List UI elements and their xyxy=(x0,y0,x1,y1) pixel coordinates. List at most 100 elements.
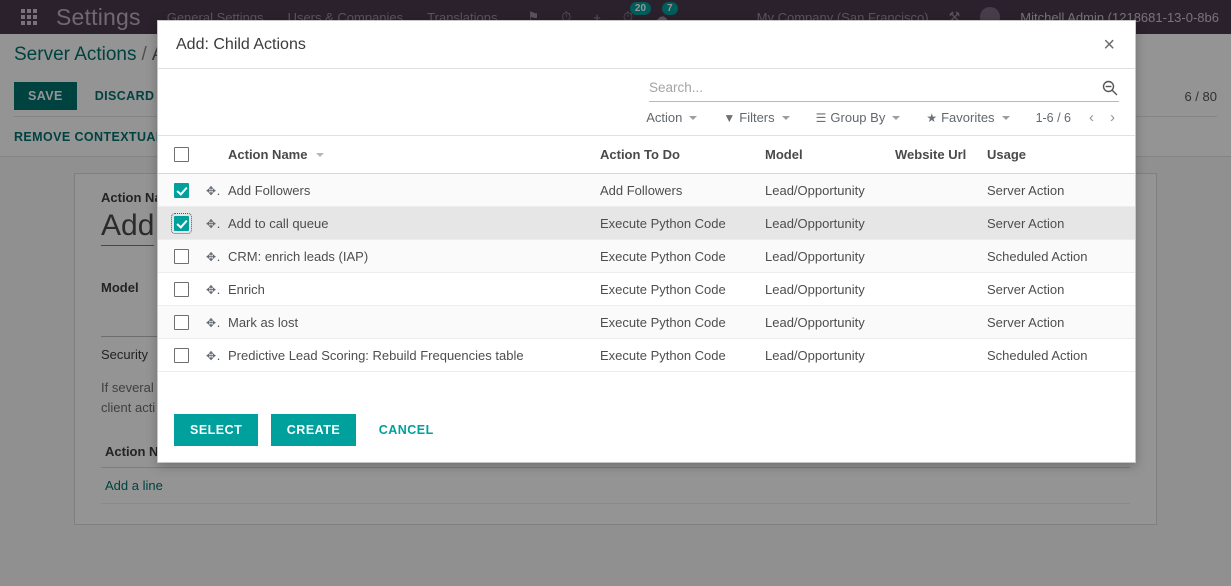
row-action-name: CRM: enrich leads (IAP) xyxy=(222,239,594,274)
row-handle-cell[interactable]: ✥ xyxy=(200,173,222,208)
close-icon[interactable]: × xyxy=(1101,35,1117,55)
row-action-to-do: Execute Python Code xyxy=(594,305,759,340)
hamburger-lines-icon: ☰ xyxy=(815,110,827,125)
row-handle-cell[interactable]: ✥ xyxy=(200,272,222,307)
row-website-url xyxy=(889,173,981,208)
drag-handle-icon[interactable]: ✥ xyxy=(206,183,222,198)
row-usage: Scheduled Action xyxy=(981,239,1135,274)
favorites-dropdown-label: Favorites xyxy=(941,110,995,125)
row-model: Lead/Opportunity xyxy=(759,338,889,373)
select-button[interactable]: SELECT xyxy=(174,414,259,446)
row-checkbox[interactable] xyxy=(174,348,189,364)
table-row[interactable]: ✥ Add Followers Add Followers Lead/Opportun… xyxy=(158,173,1135,208)
row-handle-cell[interactable]: ✥ xyxy=(200,239,222,274)
dialog-footer: SELECT CREATE CANCEL xyxy=(158,401,1135,462)
row-select-cell[interactable] xyxy=(158,173,200,208)
row-action-name: Add to call queue xyxy=(222,206,594,241)
row-select-cell[interactable] xyxy=(158,338,200,373)
dialog-title: Add: Child Actions xyxy=(176,35,306,53)
favorites-dropdown[interactable]: ★ Favorites xyxy=(926,110,1010,125)
row-handle-cell[interactable]: ✥ xyxy=(200,305,222,340)
drag-handle-icon[interactable]: ✥ xyxy=(206,348,222,363)
header-usage[interactable]: Usage xyxy=(981,136,1135,175)
action-dropdown[interactable]: Action xyxy=(646,110,698,125)
sort-desc-icon xyxy=(316,153,325,158)
row-checkbox[interactable] xyxy=(174,315,189,331)
row-action-name: Enrich xyxy=(222,272,594,307)
table-row[interactable]: ✥ CRM: enrich leads (IAP) Execute Python C… xyxy=(158,239,1135,274)
cancel-button[interactable]: CANCEL xyxy=(369,414,450,446)
table-row[interactable]: ✥ Add to call queue Execute Python Code Lea… xyxy=(158,206,1135,241)
row-select-cell[interactable] xyxy=(158,206,200,241)
row-action-name: Predictive Lead Scoring: Rebuild Frequen… xyxy=(222,338,594,373)
star-icon: ★ xyxy=(926,110,938,125)
row-action-name: Add Followers xyxy=(222,173,594,208)
records-table-head: Action Name Action To Do Model Website U… xyxy=(158,136,1135,175)
records-header-row: Action Name Action To Do Model Website U… xyxy=(158,136,1135,175)
row-website-url xyxy=(889,206,981,241)
header-action-name-label: Action Name xyxy=(228,146,308,162)
row-checkbox[interactable] xyxy=(174,282,189,298)
chevron-down-icon xyxy=(892,115,901,120)
row-model: Lead/Opportunity xyxy=(759,173,889,208)
row-checkbox[interactable] xyxy=(171,213,192,235)
add-child-actions-dialog: Add: Child Actions × Action xyxy=(157,20,1136,463)
header-action-to-do[interactable]: Action To Do xyxy=(594,136,759,175)
row-select-cell[interactable] xyxy=(158,239,200,274)
search-toolbar: Action ▼ Filters ☰ Group By ★ Favorites … xyxy=(158,102,1135,136)
row-action-to-do: Execute Python Code xyxy=(594,206,759,241)
row-model: Lead/Opportunity xyxy=(759,239,889,274)
filters-dropdown[interactable]: ▼ Filters xyxy=(723,110,790,125)
records-table-body: ✥ Add Followers Add Followers Lead/Opportun… xyxy=(158,173,1135,373)
search-box[interactable] xyxy=(649,77,1119,102)
row-usage: Server Action xyxy=(981,173,1135,208)
header-action-name[interactable]: Action Name xyxy=(222,136,594,175)
drag-handle-icon[interactable]: ✥ xyxy=(206,216,222,231)
row-select-cell[interactable] xyxy=(158,272,200,307)
handle-header xyxy=(200,136,222,175)
row-handle-cell[interactable]: ✥ xyxy=(200,338,222,373)
create-button[interactable]: CREATE xyxy=(270,414,357,446)
action-dropdown-label: Action xyxy=(646,110,683,125)
row-website-url xyxy=(889,272,981,307)
row-usage: Server Action xyxy=(981,272,1135,307)
row-website-url xyxy=(889,239,981,274)
row-usage: Server Action xyxy=(981,206,1135,241)
records-table: Action Name Action To Do Model Website U… xyxy=(158,136,1135,373)
header-website-url[interactable]: Website Url xyxy=(889,136,981,175)
chevron-left-icon[interactable]: ‹ xyxy=(1083,110,1100,125)
row-checkbox[interactable] xyxy=(174,249,189,265)
drag-handle-icon[interactable]: ✥ xyxy=(206,249,222,264)
row-action-to-do: Execute Python Code xyxy=(594,272,759,307)
row-model: Lead/Opportunity xyxy=(759,305,889,340)
row-model: Lead/Opportunity xyxy=(759,272,889,307)
row-select-cell[interactable] xyxy=(158,305,200,340)
select-all-header xyxy=(158,136,200,175)
header-model[interactable]: Model xyxy=(759,136,889,175)
dialog-body: Action ▼ Filters ☰ Group By ★ Favorites … xyxy=(158,69,1135,401)
row-usage: Server Action xyxy=(981,305,1135,340)
table-row[interactable]: ✥ Mark as lost Execute Python Code Lead/Opp… xyxy=(158,305,1135,340)
drag-handle-icon[interactable]: ✥ xyxy=(206,315,222,330)
row-usage: Scheduled Action xyxy=(981,338,1135,373)
row-action-to-do: Execute Python Code xyxy=(594,239,759,274)
table-row[interactable]: ✥ Enrich Execute Python Code Lead/Opportuni… xyxy=(158,272,1135,307)
records-table-wrapper: Action Name Action To Do Model Website U… xyxy=(158,136,1135,401)
row-checkbox[interactable] xyxy=(174,183,189,199)
pager-text: 1-6 / 6 xyxy=(1035,110,1071,125)
filters-dropdown-label: Filters xyxy=(739,110,775,125)
search-icon[interactable] xyxy=(1101,79,1119,97)
groupby-dropdown[interactable]: ☰ Group By xyxy=(816,110,901,125)
chevron-down-icon xyxy=(781,115,790,120)
chevron-right-icon[interactable]: › xyxy=(1104,110,1121,125)
select-all-checkbox[interactable] xyxy=(174,147,189,163)
row-action-name: Mark as lost xyxy=(222,305,594,340)
drag-handle-icon[interactable]: ✥ xyxy=(206,282,222,297)
filter-funnel-icon: ▼ xyxy=(723,110,736,125)
search-input[interactable] xyxy=(649,77,1101,98)
row-website-url xyxy=(889,338,981,373)
chevron-down-icon xyxy=(1001,115,1010,120)
row-handle-cell[interactable]: ✥ xyxy=(200,206,222,241)
table-row[interactable]: ✥ Predictive Lead Scoring: Rebuild Freque… xyxy=(158,338,1135,373)
dialog-header: Add: Child Actions × xyxy=(158,21,1135,69)
